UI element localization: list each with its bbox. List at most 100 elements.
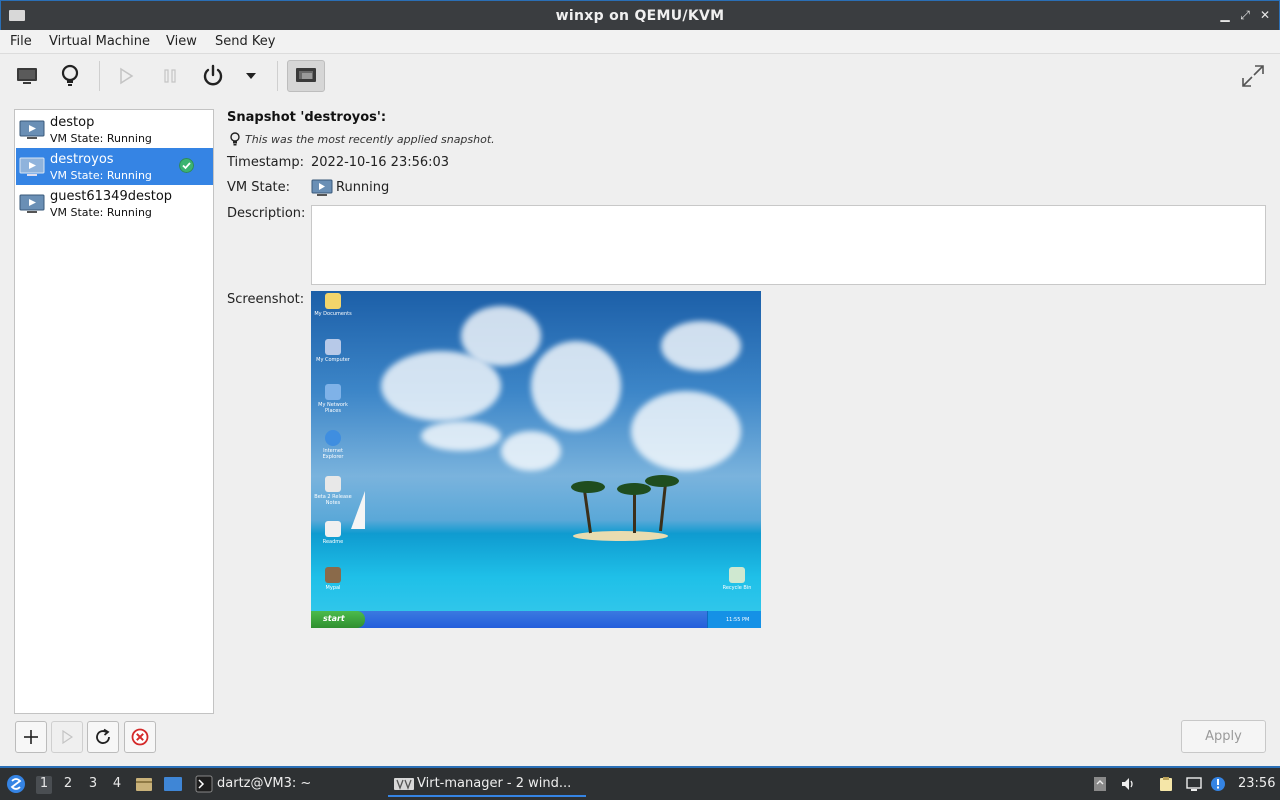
menu-view[interactable]: View — [166, 34, 197, 49]
workspace-1[interactable]: 1 — [36, 776, 52, 794]
palm-tree — [659, 481, 668, 532]
vm-running-icon — [19, 157, 45, 176]
snapshot-list[interactable]: destop VM State: Running destroyos VM St… — [14, 109, 214, 714]
current-snapshot-check-icon — [179, 158, 194, 173]
volume-icon[interactable] — [1120, 776, 1136, 792]
monitor-icon — [17, 68, 37, 84]
snapshot-name: destop — [50, 115, 95, 130]
desktop-icon-release-notes: Beta 2 Release Notes — [313, 476, 353, 506]
snapshot-row-destroyos[interactable]: destroyos VM State: Running — [16, 148, 213, 185]
start-menu-icon[interactable] — [6, 774, 26, 794]
clipboard-icon[interactable] — [1158, 776, 1174, 792]
vm-running-icon — [19, 194, 45, 213]
refresh-button[interactable] — [87, 721, 119, 753]
play-icon — [120, 67, 134, 85]
cloud — [461, 306, 541, 366]
lightbulb-icon — [230, 132, 240, 146]
toolbar-separator — [277, 61, 278, 91]
description-label: Description: — [227, 206, 306, 221]
vm-running-icon — [19, 120, 45, 139]
add-snapshot-button[interactable] — [15, 721, 47, 753]
lightbulb-icon — [61, 64, 79, 86]
xp-tray-clock: 11:55 PM — [707, 611, 761, 628]
apply-button[interactable]: Apply — [1181, 720, 1266, 753]
cloud — [661, 321, 741, 371]
desktop-icon-internet-explorer: Internet Explorer — [313, 430, 353, 460]
workspace-3[interactable]: 3 — [85, 776, 101, 794]
snapshot-state: VM State: Running — [50, 206, 152, 219]
virt-manager-icon — [394, 778, 414, 790]
details-button[interactable] — [53, 60, 87, 92]
desktop-panel: 1 2 3 4 dartz@VM3: ~ Virt-manager - 2 wi… — [0, 768, 1280, 800]
timestamp-label: Timestamp: — [227, 155, 304, 170]
palm-fronds — [571, 481, 605, 493]
run-button[interactable] — [109, 60, 143, 92]
cloud — [631, 391, 741, 471]
restore-button[interactable]: ⤢ — [1237, 7, 1253, 23]
notification-icon[interactable] — [1210, 776, 1226, 792]
task-terminal[interactable]: dartz@VM3: ~ — [217, 776, 311, 791]
desktop-icon-my-documents: My Documents — [313, 293, 353, 317]
terminal-icon — [195, 775, 213, 793]
window-title: winxp on QEMU/KVM — [555, 8, 725, 24]
menu-bar: File Virtual Machine View Send Key — [0, 30, 1280, 54]
network-icon[interactable] — [1186, 776, 1202, 792]
snapshot-state: VM State: Running — [50, 169, 152, 182]
minimize-button[interactable]: ▁ — [1217, 7, 1233, 23]
workspace-4[interactable]: 4 — [109, 776, 125, 794]
snapshot-state: VM State: Running — [50, 132, 152, 145]
desktop-icon-my-computer: My Computer — [313, 339, 353, 363]
file-manager-icon[interactable] — [135, 775, 153, 793]
task-virt-manager[interactable]: Virt-manager - 2 wind... — [417, 776, 571, 791]
snapshot-hint-text: This was the most recently applied snaps… — [245, 133, 495, 146]
delete-icon — [131, 728, 149, 746]
delete-snapshot-button[interactable] — [124, 721, 156, 753]
vm-state-value: Running — [336, 180, 390, 195]
shutdown-button[interactable] — [196, 60, 230, 92]
xp-start-button: start — [311, 611, 365, 628]
menu-virtual-machine[interactable]: Virtual Machine — [49, 34, 150, 49]
snapshot-row-destop[interactable]: destop VM State: Running — [16, 111, 213, 148]
console-button[interactable] — [10, 60, 44, 92]
pause-icon — [164, 69, 176, 83]
run-snapshot-button[interactable] — [51, 721, 83, 753]
power-icon — [203, 64, 223, 86]
toolbar-separator — [99, 61, 100, 91]
menu-file[interactable]: File — [10, 34, 32, 49]
snapshots-icon — [296, 68, 316, 82]
panel-clock: 23:56 — [1238, 776, 1276, 791]
description-field[interactable] — [311, 205, 1266, 285]
snapshots-button[interactable] — [287, 60, 325, 92]
snapshot-name: guest61349destop — [50, 189, 173, 204]
cloud — [501, 431, 561, 471]
island — [573, 531, 668, 541]
palm-fronds — [645, 475, 679, 487]
desktop-icon-my-network-places: My Network Places — [313, 384, 353, 414]
snapshot-title: Snapshot 'destroyos': — [227, 110, 387, 125]
palm-fronds — [617, 483, 651, 495]
snapshot-row-guest61349destop[interactable]: guest61349destop VM State: Running — [16, 185, 213, 222]
desktop-icon-readme: Readme — [313, 521, 353, 545]
refresh-icon — [96, 728, 110, 744]
close-button[interactable]: ✕ — [1257, 7, 1273, 23]
sailboat — [351, 491, 365, 529]
show-desktop-icon[interactable] — [163, 775, 183, 793]
play-icon — [62, 730, 73, 744]
snapshot-hint: This was the most recently applied snaps… — [229, 132, 495, 146]
tray-scroll-icon[interactable] — [1092, 776, 1108, 792]
dropdown-arrow-icon — [246, 73, 256, 79]
timestamp-value: 2022-10-16 23:56:03 — [311, 155, 450, 170]
screenshot-label: Screenshot: — [227, 292, 305, 307]
plus-icon — [24, 730, 38, 744]
desktop-icon-mypal: Mypal — [313, 567, 353, 591]
shutdown-menu-button[interactable] — [236, 60, 266, 92]
workspace-2[interactable]: 2 — [60, 776, 76, 794]
snapshot-screenshot: My Documents My Computer My Network Plac… — [311, 291, 761, 628]
fullscreen-icon — [1242, 65, 1264, 87]
palm-tree — [582, 489, 592, 534]
menu-send-key[interactable]: Send Key — [215, 34, 275, 49]
pause-button[interactable] — [153, 60, 187, 92]
desktop-icon-recycle-bin: Recycle Bin — [717, 567, 757, 591]
cloud — [421, 421, 501, 451]
fullscreen-button[interactable] — [1236, 60, 1270, 92]
